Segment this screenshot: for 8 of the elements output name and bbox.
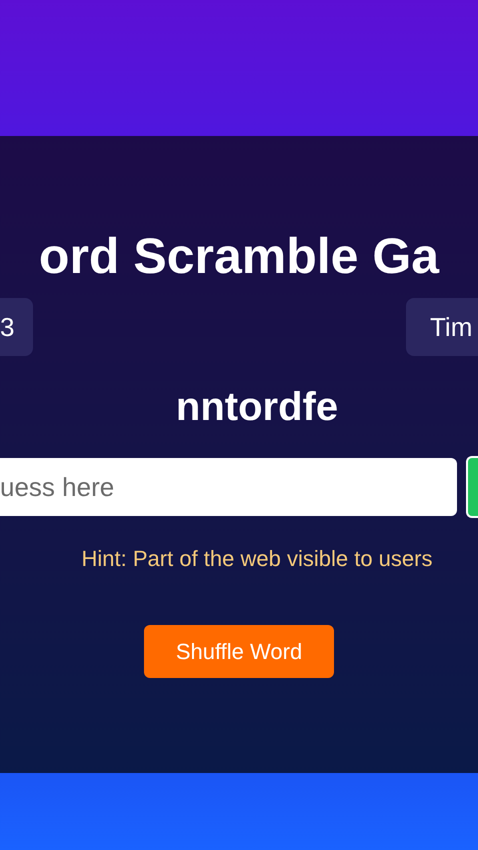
hint-text: Hint: Part of the web visible to users	[82, 545, 432, 573]
scrambled-word: nntordfe	[176, 384, 338, 431]
stat-box: 3	[0, 298, 33, 356]
shuffle-button[interactable]: Shuffle Word	[144, 625, 334, 678]
action-button[interactable]	[466, 456, 478, 518]
game-title: ord Scramble Ga	[38, 227, 440, 286]
guess-input-field[interactable]: uess here	[0, 458, 458, 516]
stat-box: Tim	[406, 298, 478, 356]
